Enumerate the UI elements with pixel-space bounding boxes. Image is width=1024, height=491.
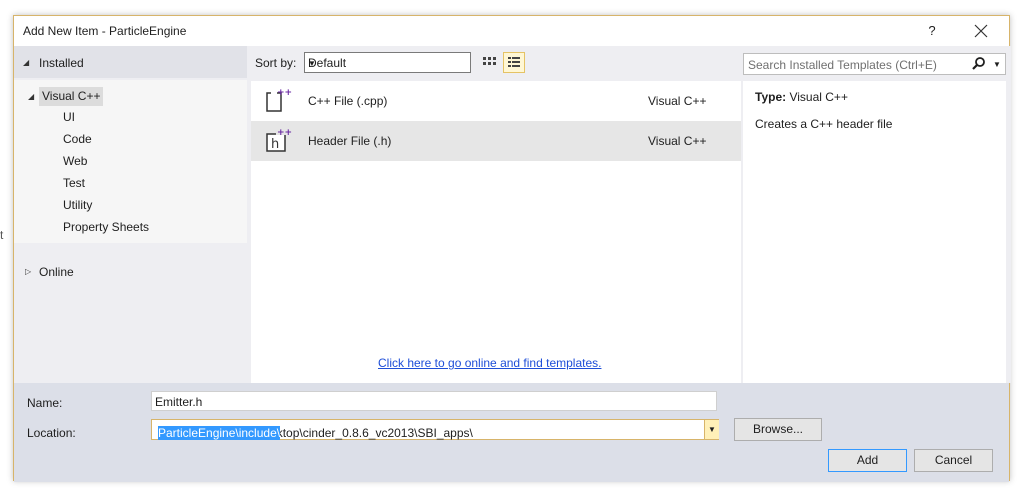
template-details: Type: Visual C++ Creates a C++ header fi…	[743, 81, 1006, 383]
sort-toolbar: Sort by: Default ▼	[251, 46, 741, 78]
tree-node-test[interactable]: Test	[63, 176, 85, 190]
cancel-button[interactable]: Cancel	[914, 449, 993, 472]
category-panel: ◢ Installed ◢ Visual C++ UI Code Web Tes…	[14, 46, 247, 383]
search-placeholder: Search Installed Templates (Ctrl+E)	[748, 58, 937, 72]
type-value: Visual C++	[789, 90, 848, 104]
tree-node-ui[interactable]: UI	[63, 110, 75, 124]
installed-tree: ◢ Visual C++ UI Code Web Test Utility Pr…	[14, 80, 247, 243]
location-field[interactable]: C:\Users\Anthony\Desktop\cinder_0.8.6_vc…	[151, 419, 719, 440]
dialog-title: Add New Item - ParticleEngine	[23, 24, 187, 38]
tree-node-web[interactable]: Web	[63, 154, 87, 168]
list-view-icon	[508, 57, 520, 67]
tree-node-code[interactable]: Code	[63, 132, 92, 146]
tree-node-label: Visual C++	[42, 89, 101, 103]
search-templates-input[interactable]: Search Installed Templates (Ctrl+E) ▼	[743, 53, 1006, 75]
details-view-button[interactable]	[503, 52, 525, 73]
grid-view-icon	[483, 57, 496, 65]
location-label: Location:	[27, 426, 76, 440]
location-selected-text: ParticleEngine\include\	[158, 426, 281, 440]
template-list: ++ C++ File (.cpp) Visual C++ h ++ Heade…	[251, 81, 741, 383]
header-file-icon: h ++	[265, 126, 293, 157]
template-language: Visual C++	[648, 134, 707, 148]
template-item-header[interactable]: h ++ Header File (.h) Visual C++	[251, 121, 741, 161]
find-online-templates-link[interactable]: Click here to go online and find templat…	[378, 356, 601, 370]
small-icons-view-button[interactable]	[478, 52, 500, 73]
chevron-down-icon: ▼	[708, 425, 716, 434]
template-language: Visual C++	[648, 94, 707, 108]
tree-node-utility[interactable]: Utility	[63, 198, 92, 212]
name-value: Emitter.h	[155, 395, 203, 409]
dialog-footer: Name: Emitter.h Location: C:\Users\Antho…	[14, 383, 1009, 482]
tree-node-visual-cpp[interactable]: Visual C++	[39, 87, 104, 106]
online-node[interactable]: Online	[39, 265, 74, 279]
template-name: Header File (.h)	[308, 134, 392, 148]
background-text-fragment: t	[0, 228, 4, 242]
installed-header[interactable]: ◢ Installed	[14, 46, 247, 78]
template-description: Creates a C++ header file	[755, 117, 893, 131]
sort-by-label: Sort by:	[255, 56, 297, 70]
svg-text:++: ++	[277, 128, 292, 138]
chevron-down-icon: ▼	[308, 59, 316, 68]
template-type: Type: Visual C++	[755, 90, 848, 104]
search-icon	[971, 56, 987, 75]
chevron-down-icon[interactable]: ▼	[993, 60, 1001, 69]
type-label: Type:	[755, 90, 787, 104]
svg-text:++: ++	[277, 88, 292, 98]
title-bar: Add New Item - ParticleEngine ?	[14, 16, 1009, 46]
dialog-body: ◢ Installed ◢ Visual C++ UI Code Web Tes…	[14, 46, 1011, 383]
template-item-cpp[interactable]: ++ C++ File (.cpp) Visual C++	[251, 81, 741, 121]
details-panel: Search Installed Templates (Ctrl+E) ▼ Ty…	[741, 46, 1011, 383]
sort-by-select[interactable]: Default ▼	[304, 52, 471, 73]
add-new-item-dialog: Add New Item - ParticleEngine ? ◢ Instal…	[13, 15, 1011, 482]
add-button[interactable]: Add	[828, 449, 907, 472]
name-label: Name:	[27, 396, 63, 410]
tree-node-property-sheets[interactable]: Property Sheets	[63, 220, 149, 234]
expanded-triangle-icon: ◢	[23, 58, 30, 67]
close-button[interactable]	[966, 18, 996, 44]
svg-text:h: h	[271, 137, 279, 152]
template-name: C++ File (.cpp)	[308, 94, 388, 108]
location-dropdown-button[interactable]: ▼	[704, 420, 719, 439]
help-button[interactable]: ?	[920, 20, 944, 42]
collapsed-triangle-icon[interactable]: ▷	[25, 267, 31, 276]
installed-label: Installed	[39, 56, 84, 70]
cpp-file-icon: ++	[265, 86, 293, 117]
expanded-triangle-icon: ◢	[28, 92, 35, 101]
close-icon	[974, 24, 988, 38]
browse-button[interactable]: Browse...	[734, 418, 822, 441]
template-panel: Sort by: Default ▼ ++ C++ File (.cpp) Vi…	[251, 46, 741, 383]
name-field[interactable]: Emitter.h	[151, 391, 717, 411]
